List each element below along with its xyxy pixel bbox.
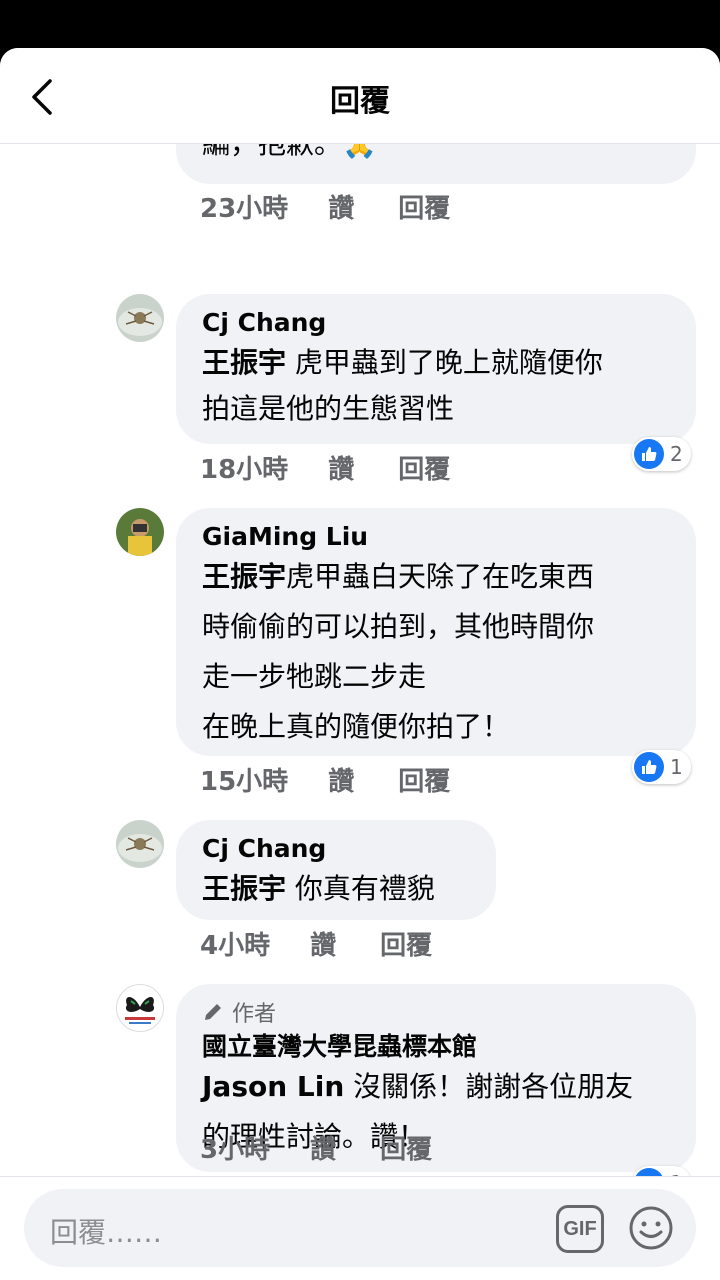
- comment-text-line: 你真有禮貌: [286, 872, 435, 905]
- comment-bubble: GiaMing Liu 王振宇虎甲蟲白天除了在吃東西 時偷偷的可以拍到，其他時間…: [176, 508, 696, 756]
- thumbs-up-icon: [634, 439, 664, 469]
- emoji-icon[interactable]: [628, 1205, 674, 1251]
- comment-text-line: 虎甲蟲白天除了在吃東西: [286, 560, 595, 593]
- comment-text: Jason Lin 沒關係！謝謝各位朋友: [202, 1062, 670, 1112]
- author-badge-label: 作者: [232, 1002, 277, 1027]
- gif-button[interactable]: GIF: [556, 1205, 604, 1253]
- mention-tag[interactable]: Jason Lin: [202, 1070, 344, 1103]
- comment-text-line: 走一步牠跳二步走: [202, 660, 427, 693]
- avatar[interactable]: [116, 294, 164, 342]
- comment-list: 編，抱歉。🙏 23小時 讚 回覆 Cj Chang 王振宇 虎甲蟲到了晚上就隨便…: [0, 144, 720, 1176]
- reply-button[interactable]: 回覆: [398, 761, 450, 798]
- reaction-count[interactable]: 1: [632, 1166, 691, 1176]
- like-button[interactable]: 讚: [310, 1129, 336, 1166]
- thumbs-up-icon: [634, 752, 664, 782]
- avatar-photographer-icon: [116, 508, 164, 556]
- comment-time: 4小時: [200, 931, 271, 961]
- comment-meta: 4小時 讚 回覆: [200, 925, 472, 962]
- like-button[interactable]: 讚: [310, 925, 336, 962]
- reaction-count-value: 1: [670, 755, 683, 779]
- comment-time: 18小時: [200, 455, 289, 485]
- author-badge: 作者: [202, 998, 670, 1027]
- reply-input[interactable]: 回覆…… GIF: [24, 1189, 696, 1267]
- mention-tag[interactable]: 王振宇: [202, 560, 286, 593]
- avatar-spider-icon: [116, 820, 164, 868]
- reply-button[interactable]: 回覆: [398, 449, 450, 486]
- comment-time: 15小時: [200, 767, 289, 797]
- comment-text-line: 時偷偷的可以拍到，其他時間你: [202, 610, 595, 643]
- comment-time: 23小時: [200, 194, 289, 224]
- comment-author[interactable]: GiaMing Liu: [202, 522, 670, 552]
- thumbs-up-icon: [634, 1168, 664, 1176]
- reply-button[interactable]: 回覆: [380, 925, 432, 962]
- comment-meta: 18小時 讚 回覆: [200, 449, 490, 486]
- pencil-icon: [205, 1004, 221, 1020]
- comment-text-line: 拍這是他的生態習性: [202, 392, 455, 425]
- avatar[interactable]: [116, 984, 164, 1032]
- comment-text: 編，抱歉。🙏: [202, 144, 670, 164]
- avatar[interactable]: [116, 508, 164, 556]
- comment-text: 王振宇 你真有禮貌: [202, 864, 470, 914]
- comment-text-line: 在晚上真的隨便你拍了！: [202, 710, 511, 743]
- reply-button[interactable]: 回覆: [380, 1129, 432, 1166]
- avatar[interactable]: [116, 820, 164, 868]
- avatar-spider-icon: [116, 294, 164, 342]
- reaction-count[interactable]: 2: [632, 437, 691, 471]
- comment-author[interactable]: 國立臺灣大學昆蟲標本館: [202, 1032, 670, 1062]
- comment-meta: 15小時 讚 回覆: [200, 761, 490, 798]
- comment-text: 王振宇 虎甲蟲到了晚上就隨便你: [202, 338, 670, 388]
- comment-author[interactable]: Cj Chang: [202, 308, 670, 338]
- reaction-count[interactable]: 1: [632, 750, 691, 784]
- like-button[interactable]: 讚: [328, 188, 354, 225]
- comment-bubble: Cj Chang 王振宇 虎甲蟲到了晚上就隨便你 拍這是他的生態習性: [176, 294, 696, 444]
- header: 回覆: [0, 48, 720, 144]
- reaction-count-value: 2: [670, 442, 683, 466]
- reply-placeholder: 回覆……: [50, 1216, 163, 1249]
- reply-sheet: 回覆 編，抱歉。🙏 23小時 讚 回覆 Cj Chang 王振宇 虎甲蟲到了晚上…: [0, 48, 720, 1280]
- page-title: 回覆: [330, 84, 390, 119]
- comment-text-line: 沒關係！謝謝各位朋友: [344, 1070, 634, 1103]
- comment-bubble: Cj Chang 王振宇 你真有禮貌: [176, 820, 496, 920]
- mention-tag[interactable]: 王振宇: [202, 872, 286, 905]
- comment-meta: 23小時 讚 回覆: [200, 188, 490, 225]
- comment-text: 王振宇虎甲蟲白天除了在吃東西: [202, 552, 670, 602]
- comment-author[interactable]: Cj Chang: [202, 834, 470, 864]
- avatar-butterfly-logo-icon: [125, 997, 155, 1024]
- like-button[interactable]: 讚: [328, 761, 354, 798]
- status-bar: [0, 0, 720, 48]
- like-button[interactable]: 讚: [328, 449, 354, 486]
- reply-composer: 回覆…… GIF: [0, 1176, 720, 1280]
- comment-text-line: 虎甲蟲到了晚上就隨便你: [286, 346, 603, 379]
- comment-meta: 3小時 讚 回覆: [200, 1129, 472, 1166]
- comment-time: 3小時: [200, 1135, 271, 1165]
- reply-button[interactable]: 回覆: [398, 188, 450, 225]
- mention-tag[interactable]: 王振宇: [202, 346, 286, 379]
- comment-bubble: 編，抱歉。🙏: [176, 144, 696, 184]
